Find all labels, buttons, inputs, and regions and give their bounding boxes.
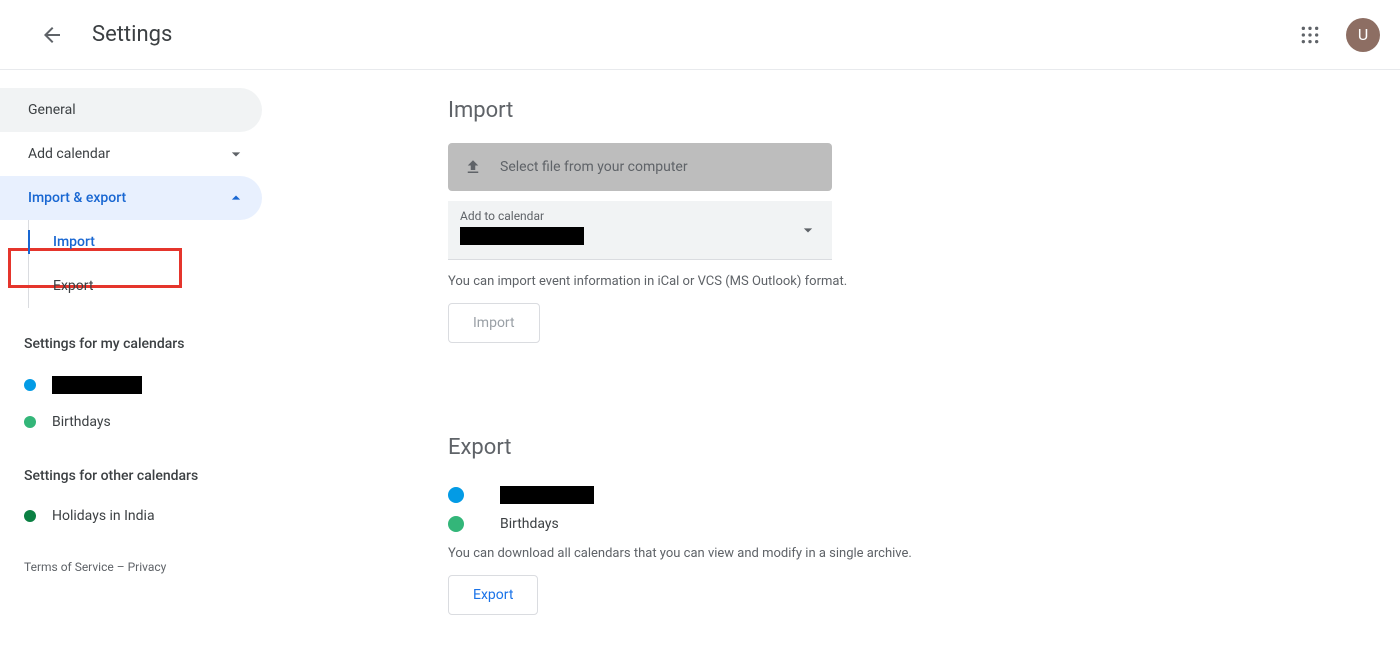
- export-calendar-row: Birthdays: [448, 510, 1400, 538]
- header-right: U: [1290, 15, 1380, 55]
- calendar-label-redacted: [52, 376, 142, 394]
- select-file-label: Select file from your computer: [500, 159, 688, 175]
- select-value: [460, 227, 820, 249]
- privacy-link[interactable]: Privacy: [128, 560, 167, 574]
- button-label: Export: [473, 587, 513, 603]
- sidebar-sublist: Import Export: [28, 220, 262, 308]
- calendar-color-dot: [24, 416, 36, 428]
- sidebar-item-label: General: [28, 102, 76, 118]
- calendar-color-dot: [448, 516, 464, 532]
- arrow-left-icon: [40, 23, 64, 47]
- sidebar-calendar-item[interactable]: [0, 366, 262, 404]
- back-button[interactable]: [32, 15, 72, 55]
- avatar[interactable]: U: [1346, 18, 1380, 52]
- import-section: Import Select file from your computer Ad…: [448, 98, 1400, 343]
- import-button[interactable]: Import: [448, 303, 540, 343]
- content: General Add calendar Import & export Imp…: [0, 70, 1400, 647]
- dropdown-arrow-icon: [798, 220, 818, 240]
- sidebar-item-import-export[interactable]: Import & export: [0, 176, 262, 220]
- export-calendar-row: [448, 480, 1400, 510]
- header: Settings U: [0, 0, 1400, 70]
- calendar-label: Holidays in India: [52, 508, 155, 524]
- select-value-redacted: [460, 227, 584, 245]
- sidebar-item-general[interactable]: General: [0, 88, 262, 132]
- export-button[interactable]: Export: [448, 575, 538, 615]
- calendar-label-redacted: [500, 486, 594, 504]
- sidebar-calendar-item[interactable]: Birthdays: [0, 404, 262, 440]
- calendar-color-dot: [448, 487, 464, 503]
- calendar-color-dot: [24, 379, 36, 391]
- sidebar-item-label: Export: [53, 278, 93, 294]
- sidebar-subitem-export[interactable]: Export: [29, 264, 262, 308]
- footer-links: Terms of Service – Privacy: [0, 534, 262, 574]
- calendar-color-dot: [24, 510, 36, 522]
- sidebar-item-label: Import: [53, 234, 95, 250]
- export-helper-text: You can download all calendars that you …: [448, 546, 1400, 561]
- chevron-up-icon: [226, 188, 246, 208]
- sidebar-item-label: Add calendar: [28, 146, 110, 162]
- select-file-button[interactable]: Select file from your computer: [448, 143, 832, 191]
- main: Import Select file from your computer Ad…: [262, 70, 1400, 647]
- export-title: Export: [448, 435, 1400, 460]
- sidebar-heading-other-calendars: Settings for other calendars: [0, 440, 262, 498]
- calendar-label: Birthdays: [500, 516, 559, 532]
- sidebar-heading-my-calendars: Settings for my calendars: [0, 308, 262, 366]
- export-section: Export Birthdays You can download all ca…: [448, 435, 1400, 615]
- sidebar-subitem-import[interactable]: Import: [29, 220, 262, 264]
- calendar-label: Birthdays: [52, 414, 111, 430]
- sidebar-item-label: Import & export: [28, 190, 126, 206]
- import-helper-text: You can import event information in iCal…: [448, 274, 1400, 289]
- select-label: Add to calendar: [460, 209, 820, 223]
- button-label: Import: [473, 315, 515, 331]
- tos-link[interactable]: Terms of Service: [24, 560, 114, 574]
- add-to-calendar-select[interactable]: Add to calendar: [448, 201, 832, 260]
- sidebar-calendar-item[interactable]: Holidays in India: [0, 498, 262, 534]
- header-left: Settings: [32, 15, 172, 55]
- page-title: Settings: [92, 22, 172, 47]
- apps-button[interactable]: [1290, 15, 1330, 55]
- chevron-down-icon: [226, 144, 246, 164]
- import-title: Import: [448, 98, 1400, 123]
- apps-icon: [1300, 25, 1320, 45]
- upload-icon: [464, 158, 482, 176]
- separator: –: [114, 560, 128, 574]
- sidebar-item-add-calendar[interactable]: Add calendar: [0, 132, 262, 176]
- sidebar: General Add calendar Import & export Imp…: [0, 70, 262, 647]
